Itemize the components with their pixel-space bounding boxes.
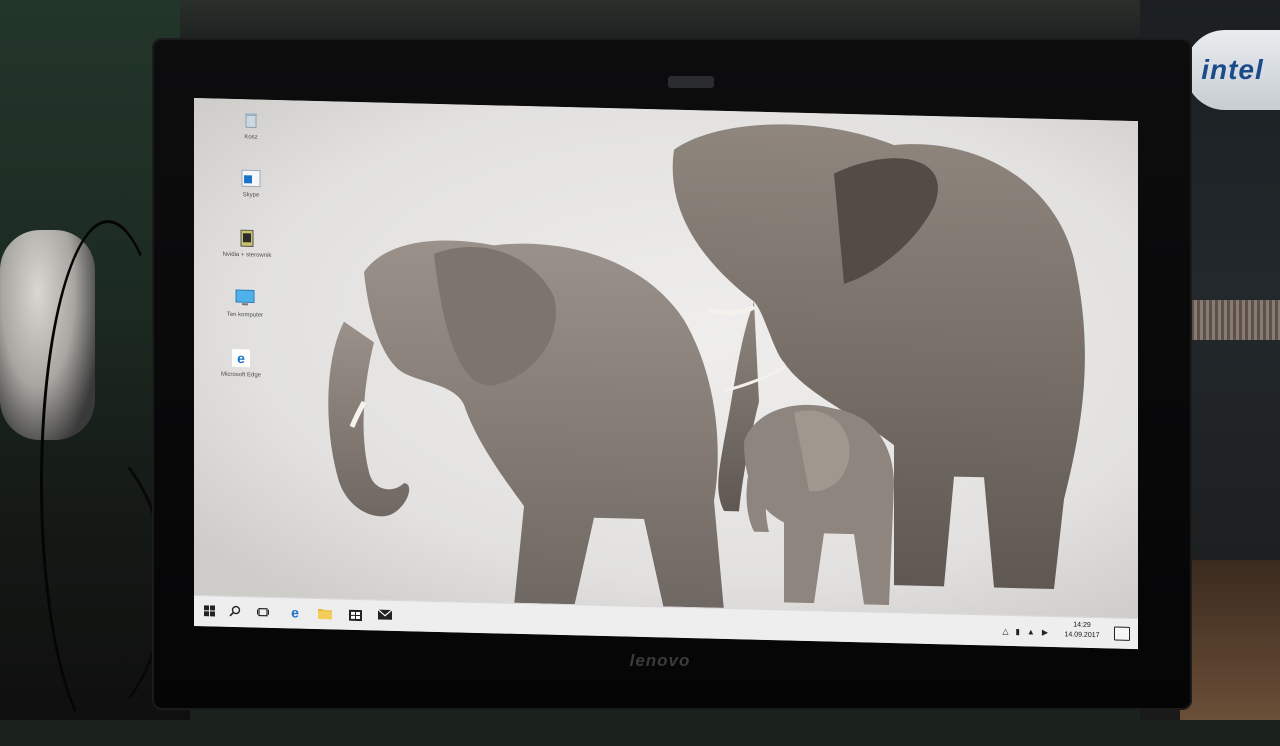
store-button[interactable] — [346, 605, 364, 623]
battery-icon[interactable]: ▮ — [1016, 627, 1020, 636]
app-shortcut-icon — [236, 227, 258, 250]
taskbar-clock[interactable]: 14:29 14.09.2017 — [1060, 620, 1104, 641]
desktop-icon-nvidia[interactable]: Nvidia + sterownik — [212, 226, 282, 260]
edge-icon: e — [230, 347, 252, 370]
volume-icon[interactable]: ▶ — [1042, 627, 1048, 636]
shortcut-icon — [240, 167, 262, 190]
start-button[interactable] — [200, 601, 218, 619]
recycle-bin-icon — [240, 109, 262, 132]
task-view-icon — [257, 607, 269, 616]
mail-button[interactable] — [376, 605, 394, 623]
background-hardware — [1185, 300, 1280, 340]
computer-icon — [234, 287, 256, 310]
mail-icon — [378, 609, 392, 620]
desktop-icon-edge[interactable]: e Microsoft Edge — [206, 346, 276, 380]
svg-text:e: e — [291, 605, 299, 619]
file-explorer-button[interactable] — [316, 604, 334, 622]
windows-logo-icon — [203, 604, 215, 617]
chevron-up-icon[interactable]: △ — [1002, 626, 1008, 635]
built-in-webcam — [668, 76, 714, 88]
notification-center-icon[interactable] — [1114, 626, 1130, 641]
desk-surface — [1180, 560, 1280, 720]
edge-icon: e — [291, 605, 299, 619]
store-icon — [348, 609, 362, 621]
network-icon[interactable]: ▲ — [1027, 627, 1035, 636]
search-icon — [229, 605, 241, 617]
search-button[interactable] — [226, 602, 244, 620]
folder-icon — [318, 609, 332, 620]
task-view-button[interactable] — [254, 602, 272, 620]
clock-date: 14.09.2017 — [1064, 631, 1100, 640]
intel-sticker: intel — [1185, 30, 1280, 110]
monitor-brand-logo: lenovo — [629, 651, 691, 670]
desktop-wallpaper — [194, 98, 1138, 620]
system-tray: △ ▮ ▲ ▶ — [1002, 620, 1048, 643]
svg-text:e: e — [237, 350, 245, 366]
screen: Kosz Skype Nvidia + sterownik Ten komput… — [194, 98, 1138, 650]
desktop-icon-recycle-bin[interactable]: Kosz — [216, 109, 286, 143]
desktop-icon-this-pc[interactable]: Ten komputer — [210, 286, 280, 320]
desktop-icon-skype[interactable]: Skype — [216, 167, 286, 201]
edge-taskbar-button[interactable]: e — [286, 603, 304, 621]
